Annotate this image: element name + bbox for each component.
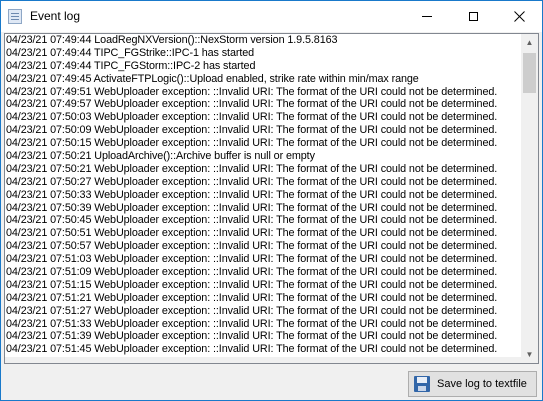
floppy-disk-icon [414,376,430,392]
log-line[interactable]: 04/23/21 07:50:21 UploadArchive()::Archi… [6,150,521,163]
log-lines: 04/23/21 07:49:44 LoadRegNXVersion()::Ne… [6,34,521,363]
log-line[interactable]: 04/23/21 07:50:21 WebUploader exception:… [6,163,521,176]
event-log-window: Event log 04/23/21 07:49:44 LoadRegNXVer… [0,0,543,401]
log-line[interactable]: 04/23/21 07:49:45 ActivateFTPLogic()::Up… [6,73,521,86]
log-line[interactable]: 04/23/21 07:50:45 WebUploader exception:… [6,214,521,227]
log-line[interactable]: 04/23/21 07:49:57 WebUploader exception:… [6,98,521,111]
log-line[interactable]: 04/23/21 07:50:51 WebUploader exception:… [6,227,521,240]
minimize-button[interactable] [404,1,450,32]
log-line[interactable]: 04/23/21 07:51:15 WebUploader exception:… [6,279,521,292]
log-line[interactable]: 04/23/21 07:51:03 WebUploader exception:… [6,253,521,266]
log-line[interactable]: 04/23/21 07:49:44 TIPC_FGStrike::IPC-1 h… [6,47,521,60]
window-title: Event log [30,9,81,23]
event-log-icon [8,9,22,24]
horizontal-scrollbar[interactable] [5,357,521,363]
log-line[interactable]: 04/23/21 07:49:44 TIPC_FGStorm::IPC-2 ha… [6,60,521,73]
log-line[interactable]: 04/23/21 07:50:27 WebUploader exception:… [6,176,521,189]
log-line[interactable]: 04/23/21 07:50:33 WebUploader exception:… [6,189,521,202]
scrollbar-thumb[interactable] [523,53,536,93]
log-line[interactable]: 04/23/21 07:49:51 WebUploader exception:… [6,86,521,99]
scroll-up-arrow-icon[interactable]: ▲ [521,34,538,51]
log-line[interactable]: 04/23/21 07:51:27 WebUploader exception:… [6,305,521,318]
log-line[interactable]: 04/23/21 07:50:03 WebUploader exception:… [6,111,521,124]
maximize-button[interactable] [450,1,496,32]
vertical-scrollbar[interactable]: ▲ ▼ [521,34,538,363]
title-bar[interactable]: Event log [1,1,542,32]
close-icon [513,11,525,22]
log-line[interactable]: 04/23/21 07:51:39 WebUploader exception:… [6,330,521,343]
log-line[interactable]: 04/23/21 07:51:45 WebUploader exception:… [6,343,521,356]
log-line[interactable]: 04/23/21 07:51:09 WebUploader exception:… [6,266,521,279]
log-line[interactable]: 04/23/21 07:50:15 WebUploader exception:… [6,137,521,150]
log-line[interactable]: 04/23/21 07:51:33 WebUploader exception:… [6,318,521,331]
minimize-icon [422,16,432,17]
save-log-button[interactable]: Save log to textfile [408,371,537,397]
close-button[interactable] [496,1,542,32]
log-line[interactable]: 04/23/21 07:49:44 LoadRegNXVersion()::Ne… [6,34,521,47]
log-line[interactable]: 04/23/21 07:50:09 WebUploader exception:… [6,124,521,137]
scroll-down-arrow-icon[interactable]: ▼ [521,346,538,363]
log-line[interactable]: 04/23/21 07:50:39 WebUploader exception:… [6,202,521,215]
maximize-icon [468,12,478,21]
save-log-label: Save log to textfile [437,378,527,390]
log-line[interactable]: 04/23/21 07:51:21 WebUploader exception:… [6,292,521,305]
log-line[interactable]: 04/23/21 07:50:57 WebUploader exception:… [6,240,521,253]
event-log-listbox[interactable]: 04/23/21 07:49:44 LoadRegNXVersion()::Ne… [4,33,539,364]
